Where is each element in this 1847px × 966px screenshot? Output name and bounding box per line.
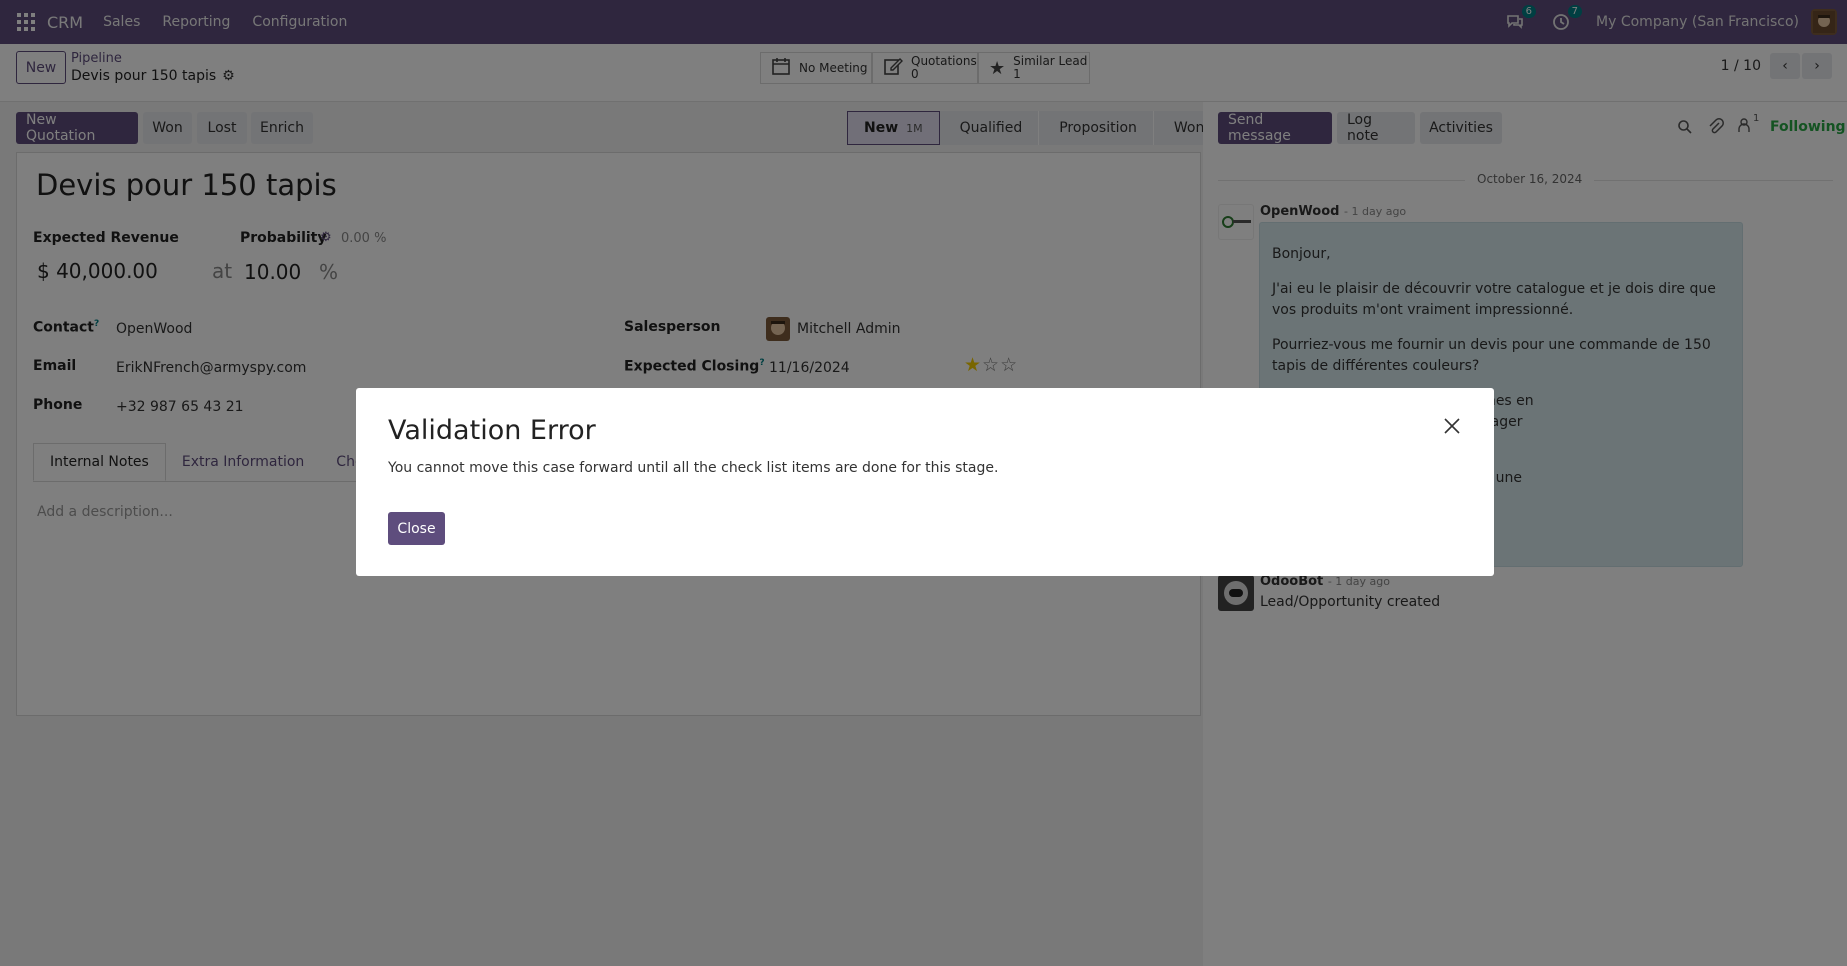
dialog-title: Validation Error — [388, 415, 596, 446]
dialog-message: You cannot move this case forward until … — [388, 460, 999, 476]
validation-error-dialog: Validation Error You cannot move this ca… — [356, 388, 1494, 576]
close-icon[interactable] — [1442, 416, 1464, 438]
close-button[interactable]: Close — [388, 512, 445, 545]
